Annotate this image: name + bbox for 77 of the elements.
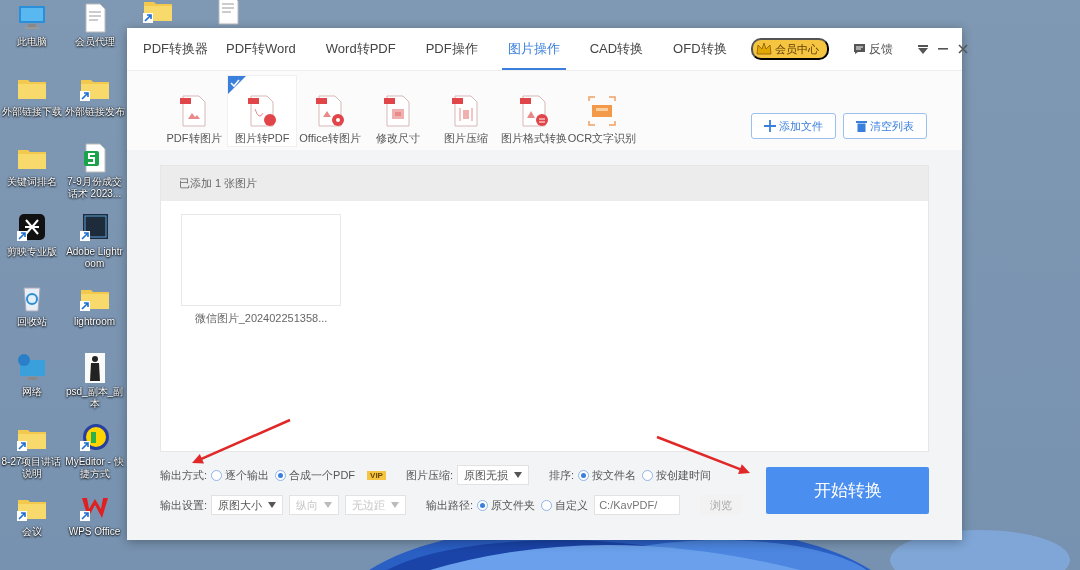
tool-button[interactable]: OCR文字识别: [568, 76, 636, 146]
radio-circle[interactable]: [477, 499, 489, 511]
clear-list-button[interactable]: 清空列表: [843, 113, 927, 139]
option-label: 输出设置:: [160, 497, 208, 513]
file-name: 微信图片_202402251358...: [194, 311, 328, 326]
desktop-icon-label[interactable]: 剪映专业版: [0, 246, 63, 258]
dropdown[interactable]: 原图大小: [211, 495, 284, 515]
desktop-icon-label[interactable]: psd_副本_副本: [63, 386, 126, 410]
option-label: 排序:: [549, 467, 575, 483]
caret-icon: [268, 502, 277, 508]
radio-circle[interactable]: [541, 499, 553, 511]
tool-button[interactable]: 图片压缩: [432, 76, 500, 146]
radio-option[interactable]: 按创建时间: [642, 467, 712, 483]
desktop-icon-label[interactable]: 7-9月份成交话术 2023...: [63, 176, 126, 200]
option-label: 图片压缩:: [405, 467, 454, 483]
dropdown-icon: [917, 44, 928, 54]
feedback-button[interactable]: 反馈: [852, 40, 893, 58]
desktop-icon-label[interactable]: MyEditor - 快捷方式: [63, 456, 126, 480]
option-label: 输出方式:: [160, 467, 208, 483]
circle-app-icon: [78, 422, 111, 454]
tool-button[interactable]: 图片格式转换: [500, 76, 568, 146]
desktop-icon-label[interactable]: 8-27项目讲话说明: [0, 456, 63, 480]
desktop-icon-label[interactable]: 回收站: [0, 316, 63, 328]
desktop-icon-label[interactable]: WPS Office: [63, 526, 126, 538]
start-convert-button[interactable]: 开始转换: [766, 466, 929, 514]
convert-file-icon: [517, 93, 551, 129]
square-app-icon: [78, 212, 111, 244]
caret-icon: [391, 502, 400, 508]
nav-tab[interactable]: OFD转换: [667, 28, 733, 70]
tool-button[interactable]: 图片转PDF: [228, 76, 296, 146]
tool-button[interactable]: Office转图片: [296, 76, 364, 146]
desktop-icon-label[interactable]: 外部链接发布: [63, 106, 126, 118]
radio-option[interactable]: 自定义: [541, 497, 589, 513]
caret-icon: [324, 502, 333, 508]
dropdown[interactable]: 原图无损: [457, 465, 530, 485]
desktop-icon-label[interactable]: lightroom: [63, 316, 126, 328]
caret-icon: [514, 472, 523, 478]
selected-check-icon: [228, 76, 246, 94]
pdf-file-icon: [245, 93, 279, 129]
radio-option[interactable]: 按文件名: [578, 467, 637, 483]
nav-tab[interactable]: Word转PDF: [319, 28, 402, 70]
radio-option[interactable]: 原文件夹: [477, 497, 536, 513]
folder-icon: [142, 0, 174, 26]
vip-badge: VIP: [367, 470, 386, 480]
radio-circle[interactable]: [642, 469, 654, 481]
nav-tab[interactable]: 图片操作: [501, 28, 566, 70]
nav-tab[interactable]: PDF操作: [419, 28, 484, 70]
desktop-icon-label[interactable]: 关键词排名: [0, 176, 63, 188]
radio-circle[interactable]: [578, 469, 590, 481]
message-icon: [852, 43, 866, 55]
desktop-icon-label[interactable]: 会议: [0, 526, 63, 538]
crown-icon: [754, 41, 773, 57]
close-icon: [957, 43, 968, 54]
option-label: 输出路径:: [426, 497, 474, 513]
trash-icon: [856, 120, 867, 132]
desktop-icon-label[interactable]: 此电脑: [0, 36, 63, 48]
desktop-icon-label[interactable]: Adobe Lightroom: [63, 246, 126, 270]
office-file-icon: [313, 93, 347, 129]
tool-button[interactable]: 修改尺寸: [364, 76, 432, 146]
radio-option[interactable]: 合成一个PDF: [275, 467, 356, 483]
nav-tab[interactable]: CAD转换: [583, 28, 650, 70]
path-field[interactable]: C:/KavPDF/: [594, 495, 681, 515]
tool-button[interactable]: PDF转图片: [160, 76, 228, 146]
radio-circle[interactable]: [211, 469, 223, 481]
scissors-icon: [15, 212, 48, 244]
scan-frame-icon: [585, 93, 619, 129]
desktop-icon-label[interactable]: 网络: [0, 386, 63, 398]
radio-circle[interactable]: [275, 469, 287, 481]
app-name: PDF转换器: [143, 40, 208, 58]
file-count-label: 已添加 1 张图片: [179, 176, 258, 191]
radio-option[interactable]: 逐个输出: [211, 467, 270, 483]
nav-tab[interactable]: PDF转Word: [220, 28, 302, 70]
desktop-icon-label[interactable]: 外部链接下载: [0, 106, 63, 118]
desktop-icon-label[interactable]: 会员代理: [63, 36, 126, 48]
plus-icon: [764, 120, 776, 132]
member-center-button[interactable]: 会员中心: [750, 38, 829, 60]
add-file-button[interactable]: 添加文件: [751, 113, 836, 139]
